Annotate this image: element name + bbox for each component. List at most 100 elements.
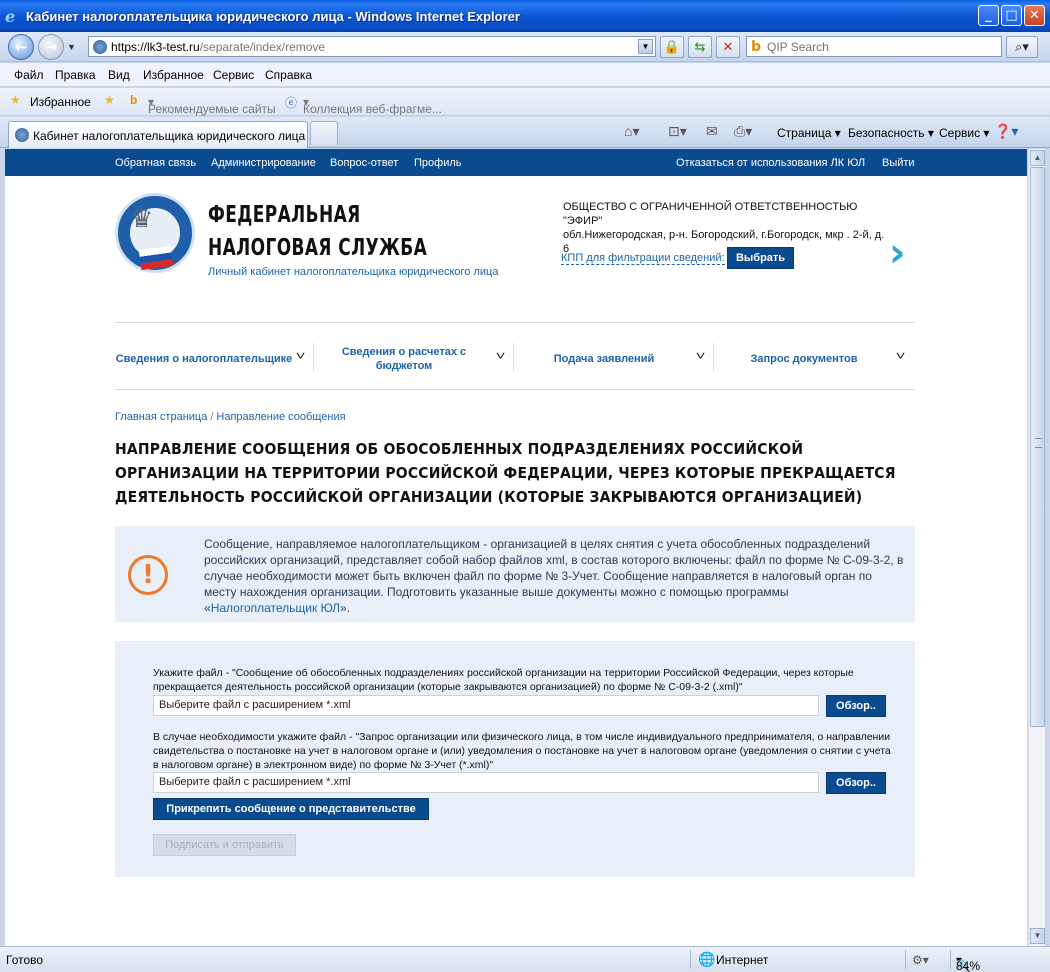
chevron-down-icon: ˅ xyxy=(295,349,306,363)
web-slice-gallery-button[interactable]: Коллекция веб-фрагме... ▾ xyxy=(303,95,442,116)
nav-logout-link[interactable]: Выйти xyxy=(882,157,915,169)
nav-feedback-link[interactable]: Обратная связь xyxy=(115,157,196,169)
mainnav-taxpayer-info[interactable]: Сведения о налогоплательщике ˅ xyxy=(115,337,315,381)
suggested-sites-button[interactable]: Рекомендуемые сайты ▾ xyxy=(148,95,276,116)
address-bar: ← → ▼ https://lk3-test.ru/separate/index… xyxy=(0,32,1050,62)
home-icon[interactable]: ⌂▾ xyxy=(624,123,639,140)
stop-button[interactable]: ✕ xyxy=(716,36,740,58)
search-button[interactable]: ⌕▾ xyxy=(1006,36,1038,58)
tools-menu[interactable]: Сервис ▾ xyxy=(939,126,989,140)
upload-form: Укажите файл - "Сообщение об обособленны… xyxy=(115,641,915,877)
minimize-button[interactable]: _ xyxy=(978,5,999,26)
status-bar: Готово 🌐 Интернет ⚙▾ 🔍 84% ▾ xyxy=(0,946,1050,972)
nav-faq-link[interactable]: Вопрос-ответ xyxy=(330,157,398,169)
maximize-button[interactable]: □ xyxy=(1001,5,1022,26)
chevron-down-icon: ˅ xyxy=(495,349,506,363)
chevron-right-icon[interactable]: › xyxy=(889,233,905,273)
vertical-scrollbar[interactable]: ▲ ▼ xyxy=(1028,149,1045,946)
chevron-down-icon: ˅ xyxy=(695,349,706,363)
protected-mode-icon[interactable]: ⚙▾ xyxy=(912,953,929,967)
url-text[interactable]: https://lk3-test.ru/separate/index/remov… xyxy=(111,40,325,54)
menu-help[interactable]: Справка xyxy=(265,68,312,82)
forward-button[interactable]: → xyxy=(38,34,64,60)
history-dropdown-icon[interactable]: ▼ xyxy=(67,42,76,52)
tab-title: Кабинет налогоплательщика юридического л… xyxy=(33,129,306,143)
window-titlebar: e Кабинет налогоплательщика юридического… xyxy=(0,0,1050,32)
back-button[interactable]: ← xyxy=(8,34,34,60)
nav-refuse-link[interactable]: Отказаться от использования ЛК ЮЛ xyxy=(676,157,865,169)
status-text: Готово xyxy=(6,953,44,967)
divider xyxy=(115,322,915,323)
divider xyxy=(115,389,915,390)
print-icon[interactable]: ⎙▾ xyxy=(734,123,752,140)
mail-icon[interactable]: ✉ xyxy=(706,123,718,140)
search-input[interactable] xyxy=(767,39,997,54)
url-field[interactable]: https://lk3-test.ru/separate/index/remov… xyxy=(88,36,656,57)
warning-icon: ! xyxy=(128,555,168,595)
page-menu[interactable]: Страница ▾ xyxy=(777,126,841,140)
kpp-filter-link[interactable]: КПП для фильтрации сведений: xyxy=(561,252,725,265)
web-slice-icon: ⓔ xyxy=(285,96,298,110)
top-navigation: Обратная связь Администрирование Вопрос-… xyxy=(5,149,1027,176)
breadcrumb-current[interactable]: Направление сообщения xyxy=(216,411,345,423)
file1-label: Укажите файл - "Сообщение об обособленны… xyxy=(153,667,854,693)
chevron-down-icon: ˅ xyxy=(895,349,906,363)
globe-icon: 🌐 xyxy=(698,951,716,967)
file1-browse-button[interactable]: Обзор.. xyxy=(826,695,886,717)
close-window-button[interactable]: ✕ xyxy=(1024,5,1045,26)
organization-name: ОБЩЕСТВО С ОГРАНИЧЕННОЙ ОТВЕТСТВЕННОСТЬЮ… xyxy=(563,201,858,227)
add-favorite-icon[interactable]: ★ xyxy=(104,93,115,107)
file1-input[interactable]: Выберите файл с расширением *.xml xyxy=(153,695,819,716)
breadcrumb: Главная страница / Направление сообщения xyxy=(115,411,346,423)
zoom-control[interactable]: 🔍 84% ▾ xyxy=(956,953,980,972)
scroll-down-icon[interactable]: ▼ xyxy=(1030,928,1045,944)
menu-bar: Файл Правка Вид Избранное Сервис Справка xyxy=(0,63,1050,87)
nav-admin-link[interactable]: Администрирование xyxy=(211,157,316,169)
scroll-thumb[interactable] xyxy=(1030,167,1045,727)
security-zone: Интернет xyxy=(716,953,769,967)
search-box[interactable]: b xyxy=(746,36,1002,57)
safety-menu[interactable]: Безопасность ▾ xyxy=(848,126,934,140)
sign-and-send-button[interactable]: Подписать и отправить xyxy=(153,834,296,856)
url-dropdown-icon[interactable]: ▼ xyxy=(638,39,653,54)
new-tab-button[interactable] xyxy=(310,121,338,145)
choose-kpp-button[interactable]: Выбрать xyxy=(727,247,794,269)
file2-label: В случае необходимости укажите файл - "З… xyxy=(153,731,891,771)
scroll-up-icon[interactable]: ▲ xyxy=(1030,150,1045,166)
page-title: НАПРАВЛЕНИЕ СООБЩЕНИЯ ОБ ОБОСОБЛЕННЫХ ПО… xyxy=(115,440,896,506)
menu-file[interactable]: Файл xyxy=(14,68,44,82)
favorites-button[interactable]: Избранное xyxy=(30,95,91,109)
breadcrumb-home-link[interactable]: Главная страница xyxy=(115,411,207,423)
menu-edit[interactable]: Правка xyxy=(55,68,96,82)
eagle-icon: ♛ xyxy=(130,204,154,234)
notice-text: Сообщение, направляемое налогоплательщик… xyxy=(204,537,904,615)
page-viewport: Обратная связь Администрирование Вопрос-… xyxy=(5,149,1027,946)
brand-line1: ФЕДЕРАЛЬНАЯ xyxy=(208,202,361,228)
mainnav-budget-calculations[interactable]: Сведения о расчетах с бюджетом ˅ xyxy=(315,337,515,381)
feeds-icon[interactable]: ⊡▾ xyxy=(668,123,687,140)
mainnav-document-request[interactable]: Запрос документов ˅ xyxy=(715,337,915,381)
mainnav-applications[interactable]: Подача заявлений ˅ xyxy=(515,337,715,381)
attach-representation-button[interactable]: Прикрепить сообщение о представительстве xyxy=(153,798,429,820)
bing-suggested-icon: b xyxy=(130,93,138,107)
favorites-bar: ★ Избранное ★ b Рекомендуемые сайты ▾ ⓔ … xyxy=(0,88,1050,116)
refresh-button[interactable]: ⇆ xyxy=(688,36,712,58)
menu-view[interactable]: Вид xyxy=(108,68,130,82)
menu-tools[interactable]: Сервис xyxy=(213,68,254,82)
arrow-right-icon: → xyxy=(44,38,58,56)
menu-favorites[interactable]: Избранное xyxy=(143,68,204,82)
file2-input[interactable]: Выберите файл с расширением *.xml xyxy=(153,772,819,793)
file2-browse-button[interactable]: Обзор.. xyxy=(826,772,886,794)
help-icon[interactable]: ❓▾ xyxy=(994,123,1018,140)
fns-emblem-logo[interactable]: ♛ xyxy=(115,193,195,273)
bing-icon: b xyxy=(751,39,762,55)
arrow-left-icon: ← xyxy=(14,38,28,56)
brand-subtitle: Личный кабинет налогоплательщика юридиче… xyxy=(208,266,499,278)
site-favicon-icon xyxy=(93,40,107,54)
lock-icon[interactable]: 🔒 xyxy=(660,36,684,58)
favorites-star-icon: ★ xyxy=(10,93,21,107)
info-notice: ! Сообщение, направляемое налогоплательщ… xyxy=(115,526,915,622)
taxpayer-program-link[interactable]: Налогоплательщик ЮЛ xyxy=(211,601,340,615)
tab-active[interactable]: Кабинет налогоплательщика юридического л… xyxy=(8,121,308,148)
nav-profile-link[interactable]: Профиль xyxy=(414,157,462,169)
